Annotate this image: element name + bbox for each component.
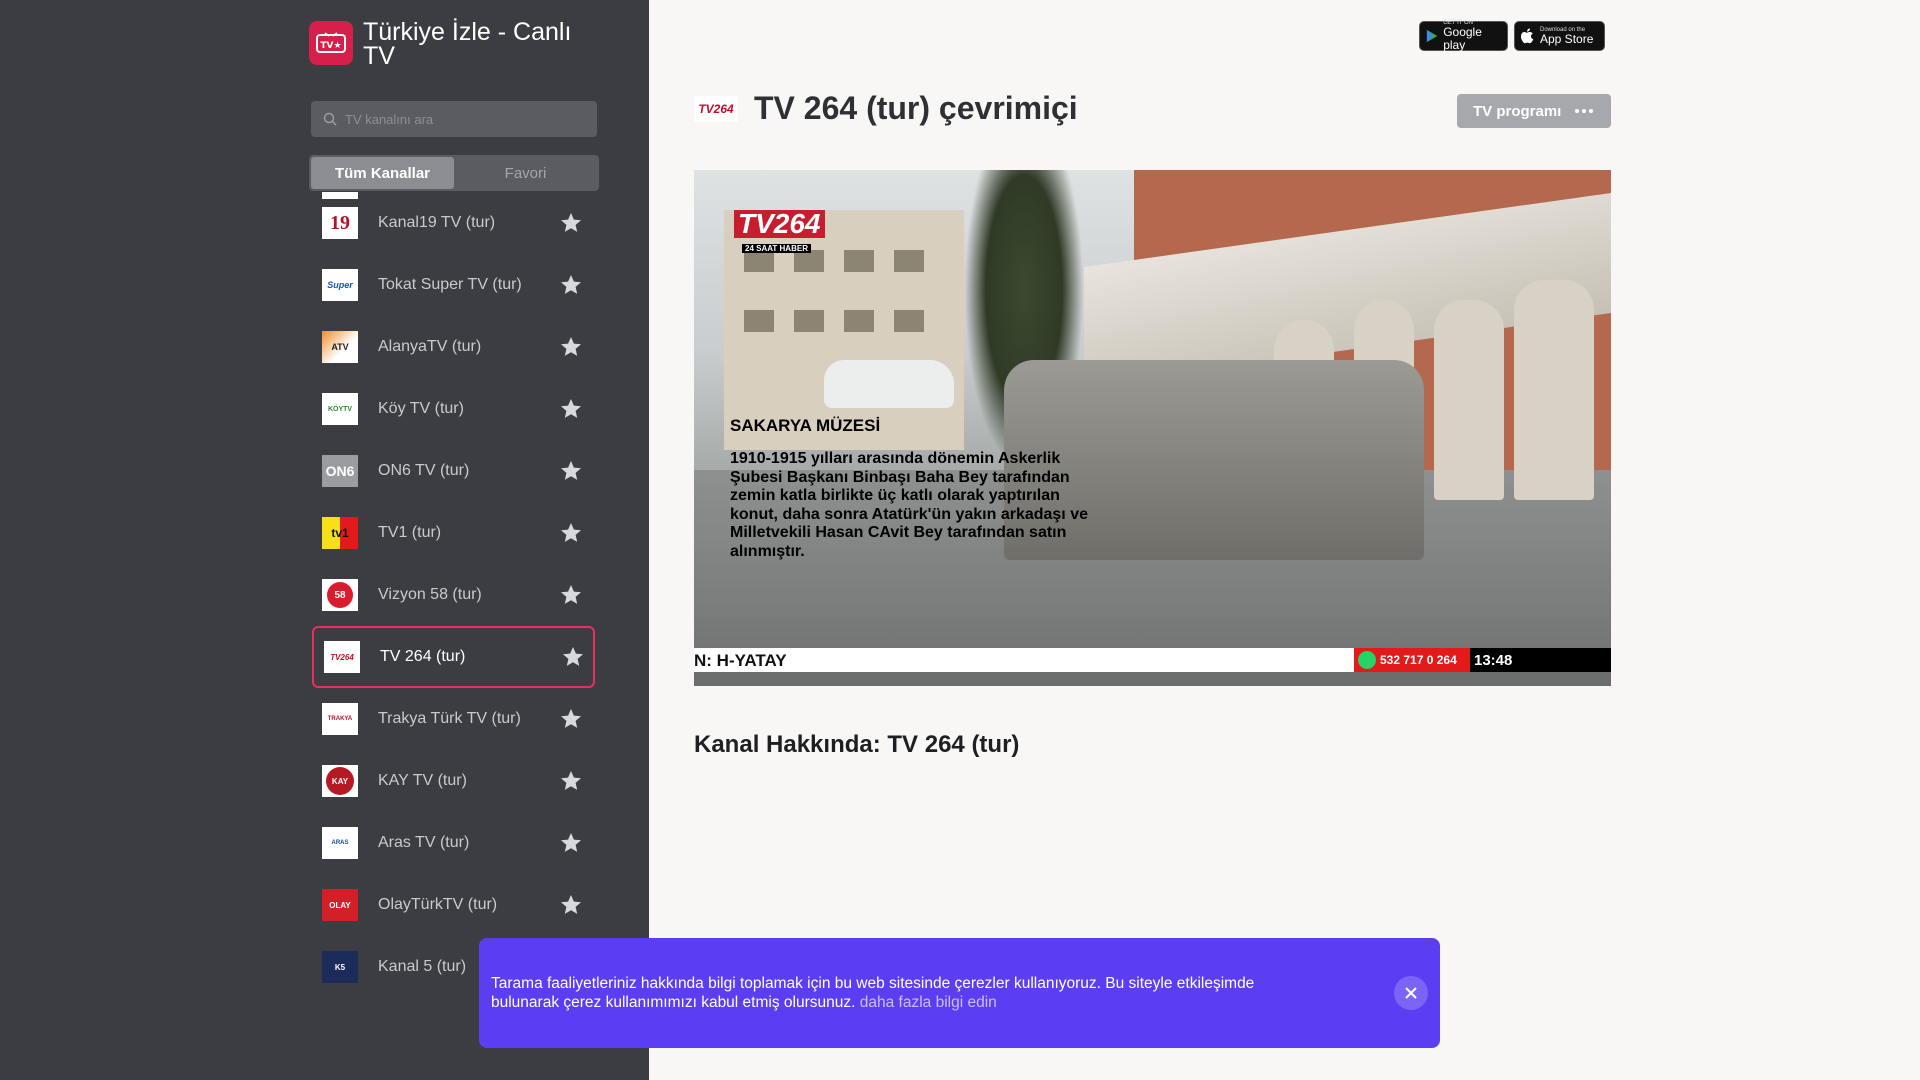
video-caption: SAKARYA MÜZESİ 1910-1915 yılları arasınd… <box>730 416 1110 561</box>
star-icon[interactable] <box>559 707 583 731</box>
channel-logo: ATV <box>322 331 358 363</box>
channel-name: OlayTürkTV (tur) <box>378 896 498 913</box>
channel-name: Trakya Türk TV (tur) <box>378 710 521 727</box>
tab-favorites[interactable]: Favori <box>454 157 597 189</box>
google-play-badge[interactable]: GET IT ON Google play <box>1419 20 1508 52</box>
channel-item-tokat-super[interactable]: Super Tokat Super TV (tur) <box>312 254 595 316</box>
channel-item-koy[interactable]: KÖYTV Köy TV (tur) <box>312 378 595 440</box>
news-ticker: N: H-YATAY 532 717 0 264 13:48 <box>694 648 1611 672</box>
video-player[interactable]: TV264 24 SAAT HABER SAKARYA MÜZESİ 1910-… <box>694 170 1611 686</box>
video-scenery <box>1434 300 1504 500</box>
brand[interactable]: TV★ Türkiye İzle - Canlı TV <box>309 18 603 70</box>
google-play-icon <box>1426 29 1438 43</box>
tv-program-label: TV programı <box>1473 102 1562 120</box>
channel-watermark: TV264 24 SAAT HABER <box>734 210 832 253</box>
channel-name: Kanal19 TV (tur) <box>378 214 496 231</box>
video-scenery <box>694 672 1611 686</box>
cookie-banner: Tarama faaliyetleriniz hakkında bilgi to… <box>479 938 1440 1048</box>
tab-all-channels[interactable]: Tüm Kanallar <box>311 157 454 189</box>
channel-logo: KÖYTV <box>322 393 358 425</box>
channel-logo: TRAKYA <box>322 703 358 735</box>
apple-icon <box>1521 28 1534 44</box>
channel-item-aras[interactable]: ARAS Aras TV (tur) <box>312 812 595 874</box>
tv-logo-icon[interactable]: TV★ <box>309 21 353 65</box>
star-icon[interactable] <box>559 769 583 793</box>
channel-name: TV 264 (tur) <box>380 648 466 665</box>
search-box[interactable] <box>311 101 597 137</box>
app-store-badge[interactable]: Download on the App Store <box>1514 21 1605 51</box>
cookie-text: Tarama faaliyetleriniz hakkında bilgi to… <box>491 974 1311 1012</box>
channel-name: Tokat Super TV (tur) <box>378 276 522 293</box>
caption-body: 1910-1915 yılları arasında dönemin Asker… <box>730 450 1088 560</box>
star-icon[interactable] <box>559 273 583 297</box>
channel-item-tv264[interactable]: TV264 TV 264 (tur) <box>312 626 595 688</box>
star-icon[interactable] <box>559 459 583 483</box>
app-title: Türkiye İzle - Canlı TV <box>363 18 572 70</box>
channel-name: KAY TV (tur) <box>378 772 467 789</box>
channel-name: TV1 (tur) <box>378 524 442 541</box>
star-icon[interactable] <box>559 397 583 421</box>
channel-item-tv1[interactable]: tv1 TV1 (tur) <box>312 502 595 564</box>
star-icon[interactable] <box>559 893 583 917</box>
ticker-clock: 13:48 <box>1470 648 1611 672</box>
close-icon <box>1405 987 1417 999</box>
channel-name: Vizyon 58 (tur) <box>378 586 482 603</box>
cookie-close-button[interactable] <box>1394 976 1428 1010</box>
video-scenery <box>1514 280 1594 500</box>
sidebar: TV★ Türkiye İzle - Canlı TV Tüm Kanallar… <box>0 0 649 1080</box>
channel-name: Aras TV (tur) <box>378 834 470 851</box>
tv-program-button[interactable]: TV programı <box>1457 94 1611 128</box>
about-heading: Kanal Hakkında: TV 264 (tur) <box>694 731 1020 758</box>
channel-name: ON6 TV (tur) <box>378 462 470 479</box>
star-icon[interactable] <box>561 645 585 669</box>
channel-item-vizyon58[interactable]: 58 Vizyon 58 (tur) <box>312 564 595 626</box>
channel-item-on6[interactable]: ON6 ON6 TV (tur) <box>312 440 595 502</box>
channel-logo: tv1 <box>322 517 358 549</box>
ticker-text: N: H-YATAY <box>694 651 787 670</box>
cookie-learn-more-link[interactable]: daha fazla bilgi edin <box>860 994 997 1011</box>
channel-logo: 19 <box>322 207 358 239</box>
video-scenery <box>824 360 954 408</box>
app-store-badges: GET IT ON Google play Download on the Ap… <box>1419 20 1605 52</box>
channel-tabs: Tüm Kanallar Favori <box>309 155 599 191</box>
channel-logo: K5 <box>322 951 358 983</box>
channel-logo: 58 <box>322 579 358 611</box>
channel-logo: TV264 <box>694 95 738 122</box>
svg-text:TV★: TV★ <box>320 41 341 51</box>
channel-item-olayturk[interactable]: OLAY OlayTürkTV (tur) <box>312 874 595 936</box>
caption-title: SAKARYA MÜZESİ <box>730 416 881 435</box>
page-title: TV 264 (tur) çevrimiçi <box>754 90 1078 126</box>
search-icon <box>323 112 337 126</box>
star-icon[interactable] <box>559 521 583 545</box>
channel-item-alanya[interactable]: ATV AlanyaTV (tur) <box>312 316 595 378</box>
search-input[interactable] <box>345 111 585 127</box>
channel-name: AlanyaTV (tur) <box>378 338 482 355</box>
channel-name: Köy TV (tur) <box>378 400 464 417</box>
channel-item-trakya-turk[interactable]: TRAKYA Trakya Türk TV (tur) <box>312 688 595 750</box>
channel-item-kanal19[interactable]: 19 Kanal19 TV (tur) <box>312 192 595 254</box>
star-icon[interactable] <box>559 335 583 359</box>
channel-logo: Super <box>322 269 358 301</box>
channel-logo: KAY <box>322 765 358 797</box>
channel-logo: TV264 <box>324 641 360 673</box>
star-icon[interactable] <box>559 211 583 235</box>
page-header: TV264 TV 264 (tur) çevrimiçi <box>694 90 1078 127</box>
more-dots-icon <box>1575 109 1594 113</box>
whatsapp-icon <box>1358 651 1376 669</box>
channel-item-kay[interactable]: KAY KAY TV (tur) <box>312 750 595 812</box>
channel-logo: ARAS <box>322 827 358 859</box>
star-icon[interactable] <box>559 831 583 855</box>
channel-logo: OLAY <box>322 889 358 921</box>
star-icon[interactable] <box>559 583 583 607</box>
channel-logo: ON6 <box>322 455 358 487</box>
